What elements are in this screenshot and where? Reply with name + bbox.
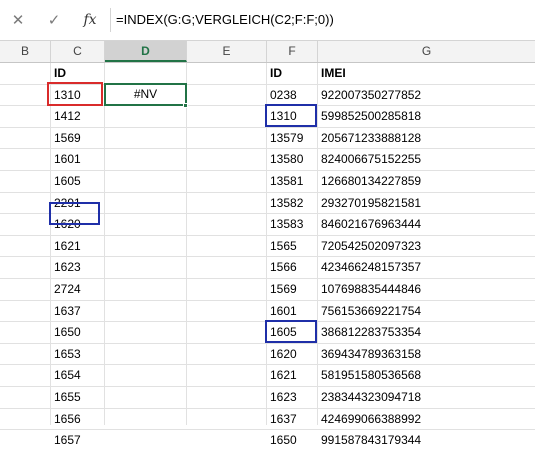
cell-f-row-3[interactable]: 1310 [267, 106, 317, 127]
cell-g-row-12[interactable]: 756153669221754 [318, 301, 535, 322]
cell-c-row-2[interactable]: 1310 [51, 85, 104, 106]
cell-f-row-18[interactable]: 1650 [267, 430, 317, 451]
cell-f-row-14[interactable]: 1620 [267, 344, 317, 365]
column-header-d[interactable]: D [105, 41, 187, 62]
cell-f-row-6[interactable]: 13581 [267, 171, 317, 192]
cell-c-row-4[interactable]: 1569 [51, 128, 104, 149]
cell-g-row-16[interactable]: 238344323094718 [318, 387, 535, 408]
cell-f-row-10[interactable]: 1566 [267, 257, 317, 278]
cell-c-row-16[interactable]: 1655 [51, 387, 104, 408]
cell-c-row-8[interactable]: 1620 [51, 214, 104, 235]
cell-c-row-9[interactable]: 1621 [51, 236, 104, 257]
cell-f-row-2[interactable]: 0238 [267, 85, 317, 106]
cell-f-row-11[interactable]: 1569 [267, 279, 317, 300]
cell-c-row-12[interactable]: 1637 [51, 301, 104, 322]
cell-c-row-14[interactable]: 1653 [51, 344, 104, 365]
cell-f-row-4[interactable]: 13579 [267, 128, 317, 149]
cell-g-row-5[interactable]: 824006675152255 [318, 149, 535, 170]
cell-g-row-9[interactable]: 720542502097323 [318, 236, 535, 257]
cell-f-row-16[interactable]: 1623 [267, 387, 317, 408]
checkmark-icon[interactable]: ✓ [36, 6, 72, 34]
cell-c-row-17[interactable]: 1656 [51, 409, 104, 430]
cell-g-row-10[interactable]: 423466248157357 [318, 257, 535, 278]
column-header-c[interactable]: C [51, 41, 105, 62]
cell-g-row-17[interactable]: 424699066388992 [318, 409, 535, 430]
cell-g-row-15[interactable]: 581951580536568 [318, 365, 535, 386]
cell-f-row-12[interactable]: 1601 [267, 301, 317, 322]
function-icon[interactable]: fx [72, 6, 108, 34]
cell-c-row-10[interactable]: 1623 [51, 257, 104, 278]
cell-g-row-14[interactable]: 369434789363158 [318, 344, 535, 365]
cell-g-row-13[interactable]: 386812283753354 [318, 322, 535, 343]
cell-f1[interactable]: ID [267, 63, 317, 84]
cell-f-row-9[interactable]: 1565 [267, 236, 317, 257]
cell-g-row-7[interactable]: 293270195821581 [318, 193, 535, 214]
close-icon[interactable]: ✕ [0, 6, 36, 34]
formula-bar: ✕ ✓ fx =INDEX(G:G;VERGLEICH(C2;F:F;0)) [0, 0, 535, 41]
cell-g1[interactable]: IMEI [318, 63, 535, 84]
cell-d2[interactable]: #NV [105, 84, 186, 105]
cell-c-row-3[interactable]: 1412 [51, 106, 104, 127]
cell-g-row-6[interactable]: 126680134227859 [318, 171, 535, 192]
cell-c-row-6[interactable]: 1605 [51, 171, 104, 192]
cell-c-row-15[interactable]: 1654 [51, 365, 104, 386]
cell-f-row-13[interactable]: 1605 [267, 322, 317, 343]
cell-g-row-2[interactable]: 922007350277852 [318, 85, 535, 106]
column-header-e[interactable]: E [187, 41, 267, 62]
column-header-row: B C D E F G [0, 41, 535, 63]
cell-g-row-4[interactable]: 205671233888128 [318, 128, 535, 149]
cell-c-row-5[interactable]: 1601 [51, 149, 104, 170]
cell-f-row-7[interactable]: 13582 [267, 193, 317, 214]
formula-bar-divider [110, 8, 111, 32]
cell-f-row-5[interactable]: 13580 [267, 149, 317, 170]
cell-g-row-8[interactable]: 846021676963444 [318, 214, 535, 235]
cell-f-row-15[interactable]: 1621 [267, 365, 317, 386]
cell-f-row-17[interactable]: 1637 [267, 409, 317, 430]
cell-c-row-13[interactable]: 1650 [51, 322, 104, 343]
cell-c-row-18[interactable]: 1657 [51, 430, 104, 451]
column-header-b[interactable]: B [0, 41, 51, 62]
cell-c1[interactable]: ID [51, 63, 104, 84]
cell-f-row-8[interactable]: 13583 [267, 214, 317, 235]
cell-g-row-3[interactable]: 599852500285818 [318, 106, 535, 127]
cell-g-row-18[interactable]: 991587843179344 [318, 430, 535, 451]
column-header-f[interactable]: F [267, 41, 318, 62]
cell-c-row-7[interactable]: 2291 [51, 193, 104, 214]
cell-c-row-11[interactable]: 2724 [51, 279, 104, 300]
column-header-g[interactable]: G [318, 41, 535, 62]
cell-g-row-11[interactable]: 107698835444846 [318, 279, 535, 300]
spreadsheet-grid[interactable]: ID ID IMEI #NV 1310 1412 1569 1601 1605 2291 1… [0, 63, 535, 447]
formula-bar-buttons: ✕ ✓ fx [0, 6, 108, 34]
formula-input[interactable]: =INDEX(G:G;VERGLEICH(C2;F:F;0)) [116, 8, 535, 32]
